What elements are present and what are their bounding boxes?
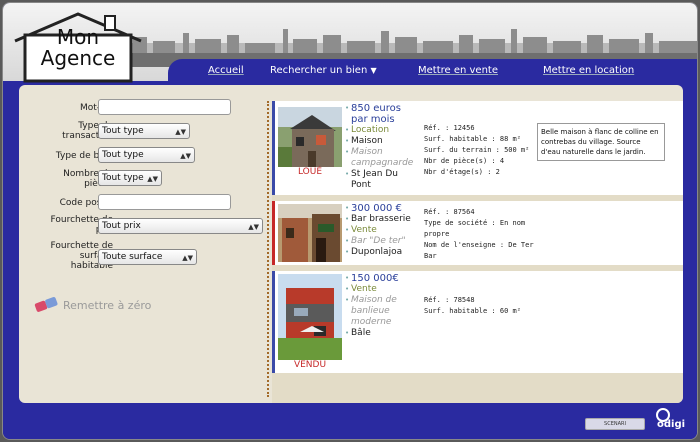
eraser-icon bbox=[34, 297, 58, 312]
rooms-select-value: Tout type bbox=[102, 173, 144, 183]
listing-specs: Réf. : 12456 Surf. habitable : 88 m² Sur… bbox=[424, 123, 534, 178]
property-type-select-value: Tout type bbox=[102, 150, 144, 160]
listing-list: LOUÉ 850 euros par mois Location Maison … bbox=[272, 97, 683, 403]
listing-card[interactable]: 300 000 € Bar brasserie Vente Bar "De te… bbox=[272, 201, 683, 265]
odigi-logo[interactable]: odigi bbox=[653, 407, 689, 435]
nav-item-rechercher[interactable]: Rechercher un bien ▼ bbox=[270, 65, 377, 76]
reset-button-label: Remettre à zéro bbox=[63, 299, 152, 312]
listing-spec: Nbr de pièce(s) : 4 bbox=[424, 157, 505, 165]
transaction-select[interactable]: Tout type ▲▼ bbox=[98, 123, 190, 139]
listing-transaction: Location bbox=[345, 125, 419, 136]
listing-spec: Surf. habitable : 88 m² bbox=[424, 135, 521, 143]
listing-info: 850 euros par mois Location Maison Maiso… bbox=[345, 103, 419, 191]
listing-spec: Nbr d'étage(s) : 2 bbox=[424, 168, 500, 176]
app-frame: Mon Agence Accueil Rechercher un bien ▼ … bbox=[2, 2, 698, 440]
listing-status-badge: VENDU bbox=[293, 360, 327, 370]
listing-info: 300 000 € Bar brasserie Vente Bar "De te… bbox=[345, 203, 419, 258]
listing-type: Bar brasserie bbox=[345, 214, 419, 225]
listing-specs: Réf. : 87564 Type de société : En nom pr… bbox=[424, 207, 534, 262]
price-select-value: Tout prix bbox=[102, 221, 141, 231]
listing-spec: Type de société : En nom propre bbox=[424, 219, 526, 238]
listing-city: Duponlajoa bbox=[345, 247, 419, 258]
listing-price: 850 euros par mois bbox=[345, 103, 419, 125]
select-arrows-icon: ▲▼ bbox=[180, 152, 191, 160]
scenari-badge-label: SCENARI bbox=[604, 421, 626, 427]
chevron-down-icon: ▼ bbox=[370, 66, 377, 75]
listing-photo-modern-house bbox=[278, 274, 342, 360]
listing-card[interactable]: VENDU 150 000€ Vente Maison de banlieue … bbox=[272, 271, 683, 373]
select-arrows-icon: ▲▼ bbox=[147, 175, 158, 183]
select-arrows-icon: ▲▼ bbox=[175, 128, 186, 136]
transaction-select-value: Tout type bbox=[102, 126, 144, 136]
listing-spec: Réf. : 12456 bbox=[424, 124, 475, 132]
listing-type: Maison bbox=[345, 136, 419, 147]
nav-item-rechercher-label: Rechercher un bien bbox=[270, 65, 368, 76]
logo-text-line2: Agence bbox=[40, 46, 116, 70]
listing-accent-bar bbox=[272, 271, 275, 373]
listing-card[interactable]: LOUÉ 850 euros par mois Location Maison … bbox=[272, 101, 683, 195]
property-type-select[interactable]: Tout type ▲▼ bbox=[98, 147, 195, 163]
logo-text-line1: Mon bbox=[56, 25, 100, 49]
listing-specs: Réf. : 78548 Surf. habitable : 60 m² bbox=[424, 295, 534, 317]
price-select[interactable]: Tout prix ▲▼ bbox=[98, 218, 263, 234]
surface-select[interactable]: Toute surface ▲▼ bbox=[98, 249, 197, 265]
scenari-badge[interactable]: SCENARI bbox=[585, 418, 645, 430]
header: Mon Agence Accueil Rechercher un bien ▼ … bbox=[3, 3, 697, 85]
listing-photo-stone-house bbox=[278, 107, 342, 167]
listing-photo-bar bbox=[278, 204, 342, 262]
listing-note: Belle maison à flanc de colline en contr… bbox=[537, 123, 665, 161]
listing-info: 150 000€ Vente Maison de banlieue modern… bbox=[345, 273, 419, 339]
select-arrows-icon: ▲▼ bbox=[182, 254, 193, 262]
main-content: Mot-clé Type de transaction Tout type ▲▼… bbox=[19, 85, 683, 403]
listing-accent-bar bbox=[272, 201, 275, 265]
select-arrows-icon: ▲▼ bbox=[248, 223, 259, 231]
nav-item-mettre-en-vente[interactable]: Mettre en vente bbox=[418, 65, 498, 76]
listing-price: 150 000€ bbox=[345, 273, 419, 284]
listing-spec: Surf. du terrain : 500 m² bbox=[424, 146, 530, 154]
listing-description: Bar "De ter" bbox=[345, 236, 419, 247]
listing-price: 300 000 € bbox=[345, 203, 419, 214]
nav-item-mettre-en-location[interactable]: Mettre en location bbox=[543, 65, 634, 76]
listing-spec: Nom de l'enseigne : De Ter Bar bbox=[424, 241, 534, 260]
listing-city: Bâle bbox=[345, 328, 419, 339]
dotted-divider bbox=[267, 101, 269, 397]
listing-description: Maison campagnarde bbox=[345, 147, 419, 169]
listing-separator bbox=[272, 373, 683, 403]
surface-select-value: Toute surface bbox=[102, 252, 163, 262]
postal-input[interactable] bbox=[98, 194, 231, 210]
listing-accent-bar bbox=[272, 101, 275, 195]
listing-city: St Jean Du Pont bbox=[345, 169, 419, 191]
rooms-select[interactable]: Tout type ▲▼ bbox=[98, 170, 162, 186]
nav-item-accueil[interactable]: Accueil bbox=[208, 65, 244, 76]
listing-spec: Réf. : 87564 bbox=[424, 208, 475, 216]
listing-transaction: Vente bbox=[345, 225, 419, 236]
listing-status-badge: LOUÉ bbox=[297, 167, 323, 177]
listing-spec: Surf. habitable : 60 m² bbox=[424, 307, 521, 315]
listing-spec: Réf. : 78548 bbox=[424, 296, 475, 304]
listing-description: Maison de banlieue moderne bbox=[345, 295, 419, 328]
main-nav: Accueil Rechercher un bien ▼ Mettre en v… bbox=[168, 59, 697, 85]
keyword-input[interactable] bbox=[98, 99, 231, 115]
listing-transaction: Vente bbox=[345, 284, 419, 295]
odigi-logo-label: odigi bbox=[657, 419, 686, 430]
search-form: Mot-clé Type de transaction Tout type ▲▼… bbox=[19, 85, 267, 403]
footer: SCENARI odigi bbox=[3, 405, 697, 439]
